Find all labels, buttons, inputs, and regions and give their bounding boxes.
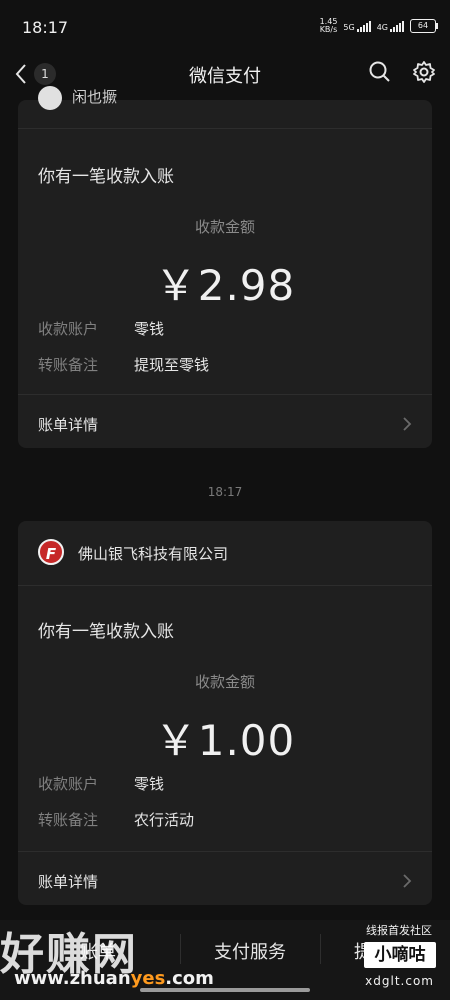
field-value: 零钱 <box>134 320 165 338</box>
status-bar: 18:17 1.45 KB/s 5G 4G 64 <box>0 0 450 48</box>
amount-label: 收款金额 <box>194 218 255 236</box>
field-value: 农行活动 <box>134 811 195 829</box>
field-row-account: 收款账户 零钱 <box>38 773 412 793</box>
field-label: 收款账户 <box>38 775 99 793</box>
message-timestamp: 18:17 <box>207 485 243 499</box>
divider <box>180 934 181 964</box>
field-label: 收款账户 <box>38 320 99 338</box>
bill-detail-label: 账单详情 <box>38 873 99 891</box>
sender-avatar <box>38 86 62 110</box>
chevron-right-icon <box>403 874 412 888</box>
company-logo: F <box>38 539 64 565</box>
field-row-remark: 转账备注 农行活动 <box>38 809 412 829</box>
field-label: 转账备注 <box>38 811 99 829</box>
watermark-left-url: www.zhuanyes.com <box>14 968 214 989</box>
field-row-account: 收款账户 零钱 <box>38 318 412 338</box>
field-label: 转账备注 <box>38 356 99 374</box>
home-indicator[interactable] <box>140 988 310 992</box>
sender-name: 闲也撅 <box>72 88 118 106</box>
sender-header[interactable]: F 佛山银飞科技有限公司 <box>38 539 412 567</box>
bill-detail-link[interactable]: 账单详情 <box>38 414 412 438</box>
amount-label: 收款金额 <box>194 673 255 691</box>
network-speed: 1.45 KB/s <box>320 18 338 34</box>
bill-detail-link[interactable]: 账单详情 <box>38 871 412 895</box>
card-title: 你有一笔收款入账 <box>38 167 174 187</box>
payment-card-1: 闲也撅 你有一笔收款入账 收款金额 ￥2.98 收款账户 零钱 转账备注 提现至… <box>18 86 432 448</box>
field-value: 零钱 <box>134 775 165 793</box>
divider <box>18 851 432 852</box>
menu-pay-services[interactable]: 支付服务 <box>214 938 286 964</box>
divider <box>18 394 432 395</box>
search-icon[interactable] <box>368 60 392 84</box>
sender-name: 佛山银飞科技有限公司 <box>78 545 229 563</box>
watermark-right-tagline: 线报首发社区 <box>366 924 432 937</box>
field-value: 提现至零钱 <box>134 356 210 374</box>
payment-card-2: F 佛山银飞科技有限公司 你有一笔收款入账 收款金额 ￥1.00 收款账户 零钱… <box>18 521 432 905</box>
speed-unit: KB/s <box>319 25 338 34</box>
watermark-right-logo: 小嘀咕 <box>364 942 436 968</box>
chevron-right-icon <box>403 417 412 431</box>
divider <box>320 934 321 964</box>
url-highlight: yes <box>130 968 166 989</box>
status-time: 18:17 <box>22 18 69 37</box>
signal-4g-icon: 4G <box>376 20 404 32</box>
amount-value: ￥1.00 <box>154 716 296 765</box>
watermark-right-url: xdglt.com <box>365 974 434 988</box>
card-title: 你有一笔收款入账 <box>38 622 174 642</box>
signal-5g-icon: 5G <box>343 20 371 32</box>
net2-label: 4G <box>376 22 388 32</box>
net1-label: 5G <box>343 22 355 32</box>
url-part: www.zhuan <box>14 968 131 989</box>
field-row-remark: 转账备注 提现至零钱 <box>38 354 412 374</box>
bill-detail-label: 账单详情 <box>38 416 99 434</box>
url-part: .com <box>165 968 214 989</box>
amount-value: ￥2.98 <box>154 261 296 310</box>
nav-actions <box>368 60 436 84</box>
divider <box>18 585 432 586</box>
gear-icon[interactable] <box>412 60 436 84</box>
battery-icon: 64 <box>410 19 438 33</box>
status-icons: 1.45 KB/s 5G 4G 64 <box>320 18 438 34</box>
nav-bar: 1 微信支付 <box>0 48 450 100</box>
divider <box>18 128 432 129</box>
